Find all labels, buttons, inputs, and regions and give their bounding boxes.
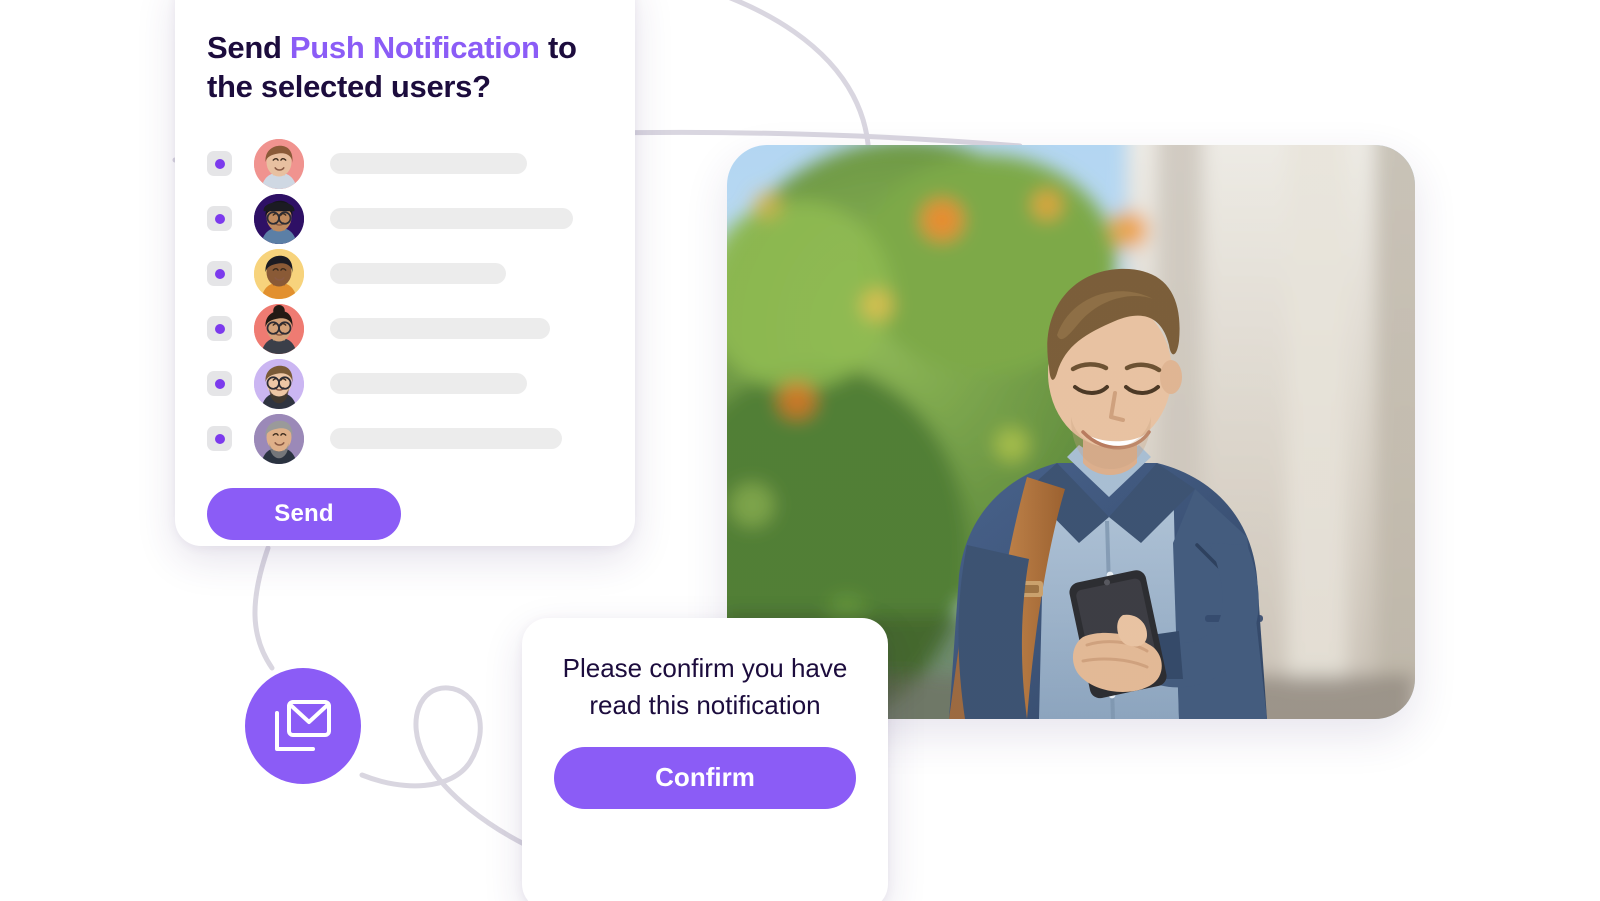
user-row[interactable] xyxy=(207,136,601,191)
avatar xyxy=(254,358,304,409)
user-row[interactable] xyxy=(207,191,601,246)
avatar xyxy=(254,413,304,464)
user-name-placeholder xyxy=(330,428,562,450)
title-accent: Push Notification xyxy=(289,30,540,65)
checkbox-dot-icon xyxy=(214,158,225,169)
avatar xyxy=(254,248,304,299)
avatar xyxy=(254,138,304,189)
user-checkbox[interactable] xyxy=(207,316,232,342)
checkbox-dot-icon xyxy=(214,213,225,224)
avatar xyxy=(254,303,304,354)
user-checkbox[interactable] xyxy=(207,426,232,452)
checkbox-dot-icon xyxy=(214,323,225,334)
user-name-placeholder xyxy=(330,153,527,175)
user-checkbox[interactable] xyxy=(207,371,232,397)
checkbox-dot-icon xyxy=(214,268,225,279)
title-text-before: Send xyxy=(207,30,290,65)
stacked-envelope-icon xyxy=(275,700,331,751)
illustration-stage: Send Push Notification to the selected u… xyxy=(0,0,1600,901)
user-row[interactable] xyxy=(207,411,601,466)
confirm-message: Please confirm you have read this notifi… xyxy=(562,653,848,721)
user-list xyxy=(207,136,601,466)
checkbox-dot-icon xyxy=(214,433,225,444)
user-name-placeholder xyxy=(330,373,527,395)
user-checkbox[interactable] xyxy=(207,206,232,232)
send-button[interactable]: Send xyxy=(207,488,401,541)
checkbox-dot-icon xyxy=(214,378,225,389)
user-row[interactable] xyxy=(207,246,601,301)
avatar xyxy=(254,193,304,244)
user-row[interactable] xyxy=(207,356,601,411)
confirm-button[interactable]: Confirm xyxy=(554,746,856,809)
user-checkbox[interactable] xyxy=(207,261,232,287)
user-name-placeholder xyxy=(330,208,573,230)
user-row[interactable] xyxy=(207,301,601,356)
mail-badge[interactable] xyxy=(245,668,361,784)
confirm-card: Please confirm you have read this notifi… xyxy=(522,618,888,901)
push-notification-card: Send Push Notification to the selected u… xyxy=(175,0,635,546)
user-name-placeholder xyxy=(330,263,506,285)
page-title: Send Push Notification to the selected u… xyxy=(207,28,601,106)
user-checkbox[interactable] xyxy=(207,151,232,177)
user-name-placeholder xyxy=(330,318,550,340)
